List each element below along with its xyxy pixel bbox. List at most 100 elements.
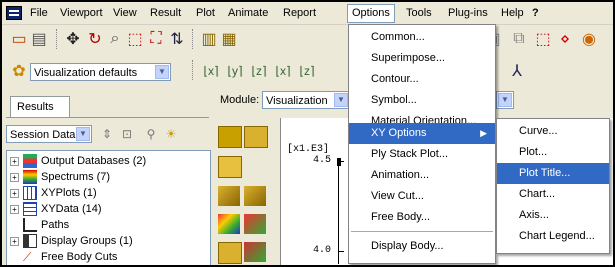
menu-item-common[interactable]: Common... (349, 27, 495, 48)
menu-view[interactable]: View (109, 5, 141, 21)
menu-item-ply-stack-plot[interactable]: Ply Stack Plot... (349, 144, 495, 165)
expand-icon[interactable]: + (10, 205, 19, 214)
menu-tools[interactable]: Tools (402, 5, 436, 21)
tree-item-label: XYData (14) (41, 203, 102, 215)
database-icon (23, 154, 37, 168)
spectrum-icon (23, 170, 37, 184)
menu-viewport[interactable]: Viewport (56, 5, 107, 21)
chevron-down-icon[interactable]: ▼ (155, 65, 169, 79)
tree-item-label: XYPlots (1) (41, 187, 97, 199)
chevron-down-icon[interactable]: ▼ (334, 93, 348, 107)
print-icon[interactable]: ▤ (28, 28, 50, 50)
expand-icon[interactable]: + (10, 237, 19, 246)
tree-item-label: Display Groups (1) (41, 235, 133, 247)
palette-icon[interactable]: ✿ (8, 60, 30, 82)
new-file-icon[interactable]: ▭ (8, 28, 30, 50)
view-x-icon[interactable]: ⌊x⌉ (200, 60, 222, 82)
y-tick-label: 4.5 (313, 155, 332, 166)
menu-item-symbol[interactable]: Symbol... (349, 90, 495, 111)
menu-bar: File Viewport View Result Plot Animate R… (2, 2, 613, 25)
results-tree: + Output Databases (2) + Spectrums (7) +… (6, 150, 211, 265)
toolbar-row-2: ✿ Visualization defaults ▼ ⌊x⌉ ⌊y⌉ ⌊z⌉ ⌊… (2, 56, 613, 86)
magnify-icon[interactable]: ⌕ (104, 28, 126, 50)
module-label: Module: (220, 94, 260, 106)
rotate-icon[interactable]: ↻ (84, 28, 106, 50)
material-orientation-icon[interactable] (218, 242, 242, 264)
tree-item-label: Output Databases (2) (41, 155, 147, 167)
tab-results[interactable]: Results (10, 96, 70, 118)
menu-item-plot-title[interactable]: Plot Title... (497, 163, 609, 184)
copy-viewport-icon[interactable]: ⧉ (508, 28, 530, 50)
triad-icon[interactable]: ⅄ (506, 60, 528, 82)
pan-icon[interactable]: ✥ (62, 28, 84, 50)
options-menu: Common... Superimpose... Contour... Symb… (348, 24, 496, 264)
highlight-icon[interactable]: ☀ (160, 123, 182, 145)
contour-options-icon[interactable] (244, 214, 266, 234)
model-select[interactable]: ▼ (496, 91, 514, 109)
node-select-icon[interactable]: ⋄ (554, 28, 576, 50)
viz-defaults-select[interactable]: Visualization defaults ▼ (30, 63, 171, 81)
select-box-icon[interactable]: ⬚ (532, 28, 554, 50)
plot-contours-icon[interactable] (218, 126, 242, 148)
expand-icon[interactable]: + (10, 173, 19, 182)
y-tick-label: 4.0 (313, 245, 332, 256)
menu-report[interactable]: Report (279, 5, 320, 21)
results-panel: Results Session Data ▼ ⇕ ⊡ ⚲ ☀ + Output … (2, 88, 212, 265)
menu-item-chart[interactable]: Chart... (497, 184, 609, 205)
expand-tree-icon[interactable]: ⊡ (116, 123, 138, 145)
plot-symbols-icon[interactable] (218, 156, 242, 178)
cycle-view-icon[interactable]: ⇅ (166, 28, 188, 50)
contour-plot-icon[interactable] (218, 214, 240, 234)
menu-item-xy-options-label: XY Options (371, 127, 427, 139)
menu-file[interactable]: File (26, 5, 52, 21)
menu-item-chart-legend[interactable]: Chart Legend... (497, 226, 609, 247)
menu-item-free-body[interactable]: Free Body... (349, 207, 495, 228)
menu-item-axis[interactable]: Axis... (497, 205, 609, 226)
color-code-icon[interactable]: ◉ (578, 28, 600, 50)
render-style-icon[interactable]: ▥ (198, 28, 220, 50)
view-z-icon[interactable]: ⌊z⌉ (248, 60, 270, 82)
chevron-down-icon[interactable]: ▼ (498, 93, 512, 107)
view-y-icon[interactable]: ⌊y⌉ (224, 60, 246, 82)
menu-options[interactable]: Options (347, 4, 395, 23)
menu-separator (351, 231, 493, 232)
menu-item-superimpose[interactable]: Superimpose... (349, 48, 495, 69)
axis-scale-label: [x1.E3] (287, 144, 330, 155)
plot-deformed-icon[interactable] (218, 186, 240, 206)
menu-item-plot[interactable]: Plot... (497, 142, 609, 163)
plot-contours-options-icon[interactable] (244, 126, 268, 148)
menu-animate[interactable]: Animate (224, 5, 272, 21)
menu-item-display-body[interactable]: Display Body... (349, 236, 495, 257)
plot-undeformed-icon[interactable] (244, 186, 266, 206)
auto-fit-icon[interactable]: ⛶ (145, 28, 167, 50)
menu-plugins[interactable]: Plug-ins (444, 5, 492, 21)
submenu-arrow-icon: ▶ (480, 128, 487, 138)
menu-result[interactable]: Result (146, 5, 185, 21)
menu-plot[interactable]: Plot (192, 5, 219, 21)
expand-icon[interactable]: + (10, 189, 19, 198)
view-x-reverse-icon[interactable]: ⌊x⌉ (272, 60, 294, 82)
menu-help[interactable]: Help (497, 5, 528, 21)
module-select[interactable]: Visualization ▼ (262, 91, 350, 109)
box-zoom-icon[interactable]: ⬚ (124, 28, 146, 50)
menu-item-curve[interactable]: Curve... (497, 121, 609, 142)
session-data-value: Session Data (10, 129, 76, 141)
tree-item-label: Paths (41, 219, 70, 231)
menu-item-contour[interactable]: Contour... (349, 69, 495, 90)
whats-this-icon[interactable]: ? (528, 5, 543, 21)
free-body-icon: ⟋ (23, 250, 32, 264)
chevron-down-icon[interactable]: ▼ (76, 127, 90, 141)
filter-icon[interactable]: ⚲ (140, 123, 162, 145)
menu-item-animation[interactable]: Animation... (349, 165, 495, 186)
view-z-reverse-icon[interactable]: ⌊z⌉ (296, 60, 318, 82)
menu-item-xy-options[interactable]: XY Options ▶ (349, 123, 495, 144)
session-data-select[interactable]: Session Data ▼ (6, 125, 92, 143)
toolbar-separator (192, 60, 195, 80)
app-window: File Viewport View Result Plot Animate R… (0, 0, 615, 267)
sort-icon[interactable]: ⇕ (96, 123, 118, 145)
render-hidden-icon[interactable]: ▦ (218, 28, 240, 50)
symbol-plot-icon[interactable] (244, 242, 266, 262)
expand-icon[interactable]: + (10, 157, 19, 166)
app-menu-icon[interactable] (6, 6, 22, 20)
menu-item-view-cut[interactable]: View Cut... (349, 186, 495, 207)
